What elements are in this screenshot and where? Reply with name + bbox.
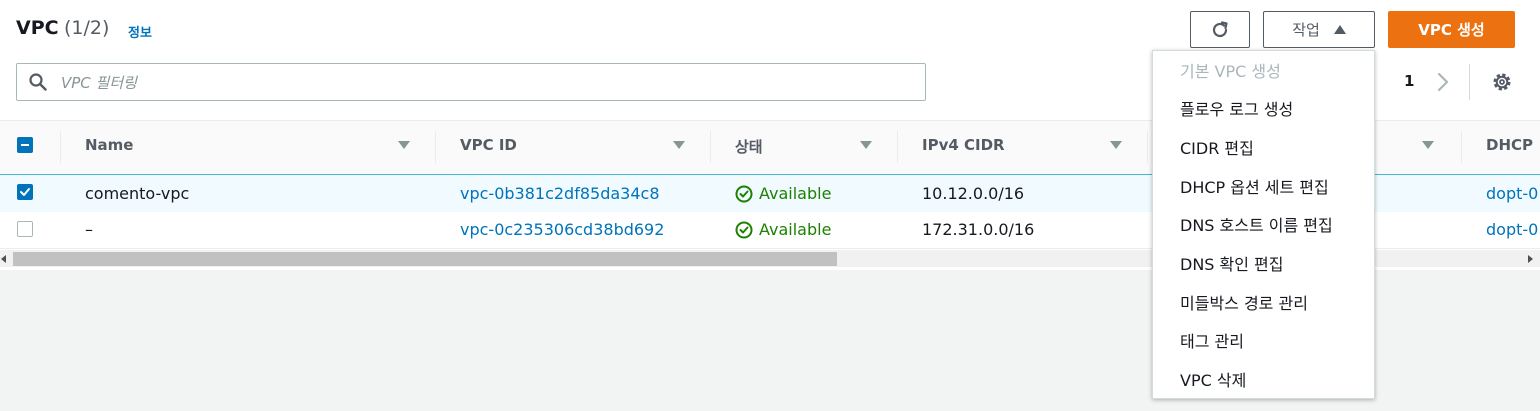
success-check-icon: [735, 221, 753, 238]
column-divider: [710, 131, 711, 163]
column-header-name[interactable]: Name: [85, 136, 133, 154]
menu-item-manage-tags[interactable]: 태그 관리: [1180, 328, 1244, 352]
page-title: VPC: [16, 17, 59, 39]
status-badge: Available: [735, 220, 831, 239]
column-header-status[interactable]: 상태: [735, 136, 763, 157]
caret-up-icon: [1333, 25, 1346, 34]
menu-item-edit-dhcp-options[interactable]: DHCP 옵션 세트 편집: [1180, 174, 1329, 198]
column-divider: [897, 131, 898, 163]
column-divider: [435, 131, 436, 163]
row-checkbox[interactable]: [17, 184, 33, 200]
minus-icon: [21, 144, 29, 146]
info-link[interactable]: 정보: [128, 22, 152, 41]
search-box[interactable]: [16, 63, 926, 101]
dhcp-options-link[interactable]: dopt-0: [1486, 184, 1538, 203]
refresh-button[interactable]: [1190, 11, 1250, 48]
menu-item-edit-cidr[interactable]: CIDR 편집: [1180, 135, 1254, 159]
column-header-vpc-id[interactable]: VPC ID: [460, 136, 517, 154]
status-text: Available: [759, 220, 832, 239]
scrollbar-thumb[interactable]: [13, 252, 837, 266]
column-divider: [60, 131, 61, 163]
vpc-id-link[interactable]: vpc-0c235306cd38bd692: [460, 220, 664, 239]
menu-item-create-flow-log[interactable]: 플로우 로그 생성: [1180, 96, 1293, 120]
menu-item-edit-dns-resolution[interactable]: DNS 확인 편집: [1180, 251, 1284, 275]
pagination-divider: [1469, 64, 1470, 100]
search-icon: [29, 73, 47, 91]
actions-button[interactable]: 작업: [1263, 11, 1375, 48]
vpc-name: –: [85, 220, 93, 239]
column-header-ipv4-cidr[interactable]: IPv4 CIDR: [922, 136, 1005, 154]
actions-button-label: 작업: [1292, 21, 1320, 39]
create-vpc-button[interactable]: VPC 생성: [1388, 11, 1515, 48]
select-all-checkbox[interactable]: [17, 137, 33, 153]
success-check-icon: [735, 185, 753, 202]
sort-down-icon[interactable]: [673, 141, 685, 149]
chevron-right-icon[interactable]: [1436, 71, 1450, 93]
dhcp-options-link[interactable]: dopt-0: [1486, 220, 1538, 239]
gear-icon[interactable]: [1491, 71, 1513, 93]
column-divider: [1147, 131, 1148, 163]
menu-item-manage-middlebox-routes[interactable]: 미들박스 경로 관리: [1180, 290, 1308, 314]
scroll-left-arrow-icon[interactable]: [1, 255, 6, 263]
column-header-dhcp[interactable]: DHCP: [1486, 136, 1533, 154]
column-divider: [1461, 131, 1462, 163]
menu-item-delete-vpc[interactable]: VPC 삭제: [1180, 367, 1246, 391]
menu-item-edit-dns-hostnames[interactable]: DNS 호스트 이름 편집: [1180, 212, 1333, 236]
vpc-id-link[interactable]: vpc-0b381c2df85da34c8: [460, 184, 660, 203]
sort-down-icon[interactable]: [1422, 141, 1434, 149]
selection-count: (1/2): [64, 17, 110, 39]
vpc-name: comento-vpc: [85, 184, 190, 203]
menu-item-create-default-vpc: 기본 VPC 생성: [1180, 62, 1281, 81]
ipv4-cidr: 10.12.0.0/16: [922, 184, 1025, 203]
refresh-icon: [1212, 20, 1228, 37]
check-icon: [20, 188, 30, 196]
sort-down-icon[interactable]: [398, 141, 410, 149]
sort-down-icon[interactable]: [1110, 141, 1122, 149]
ipv4-cidr: 172.31.0.0/16: [922, 220, 1035, 239]
search-input[interactable]: [59, 71, 923, 95]
scroll-right-arrow-icon[interactable]: [1528, 255, 1533, 263]
row-checkbox[interactable]: [17, 221, 33, 237]
status-badge: Available: [735, 184, 831, 203]
pagination-current-page[interactable]: 1: [1404, 72, 1414, 90]
sort-down-icon[interactable]: [860, 141, 872, 149]
actions-dropdown-menu: 기본 VPC 생성 플로우 로그 생성 CIDR 편집 DHCP 옵션 세트 편…: [1152, 50, 1375, 399]
status-text: Available: [759, 184, 832, 203]
